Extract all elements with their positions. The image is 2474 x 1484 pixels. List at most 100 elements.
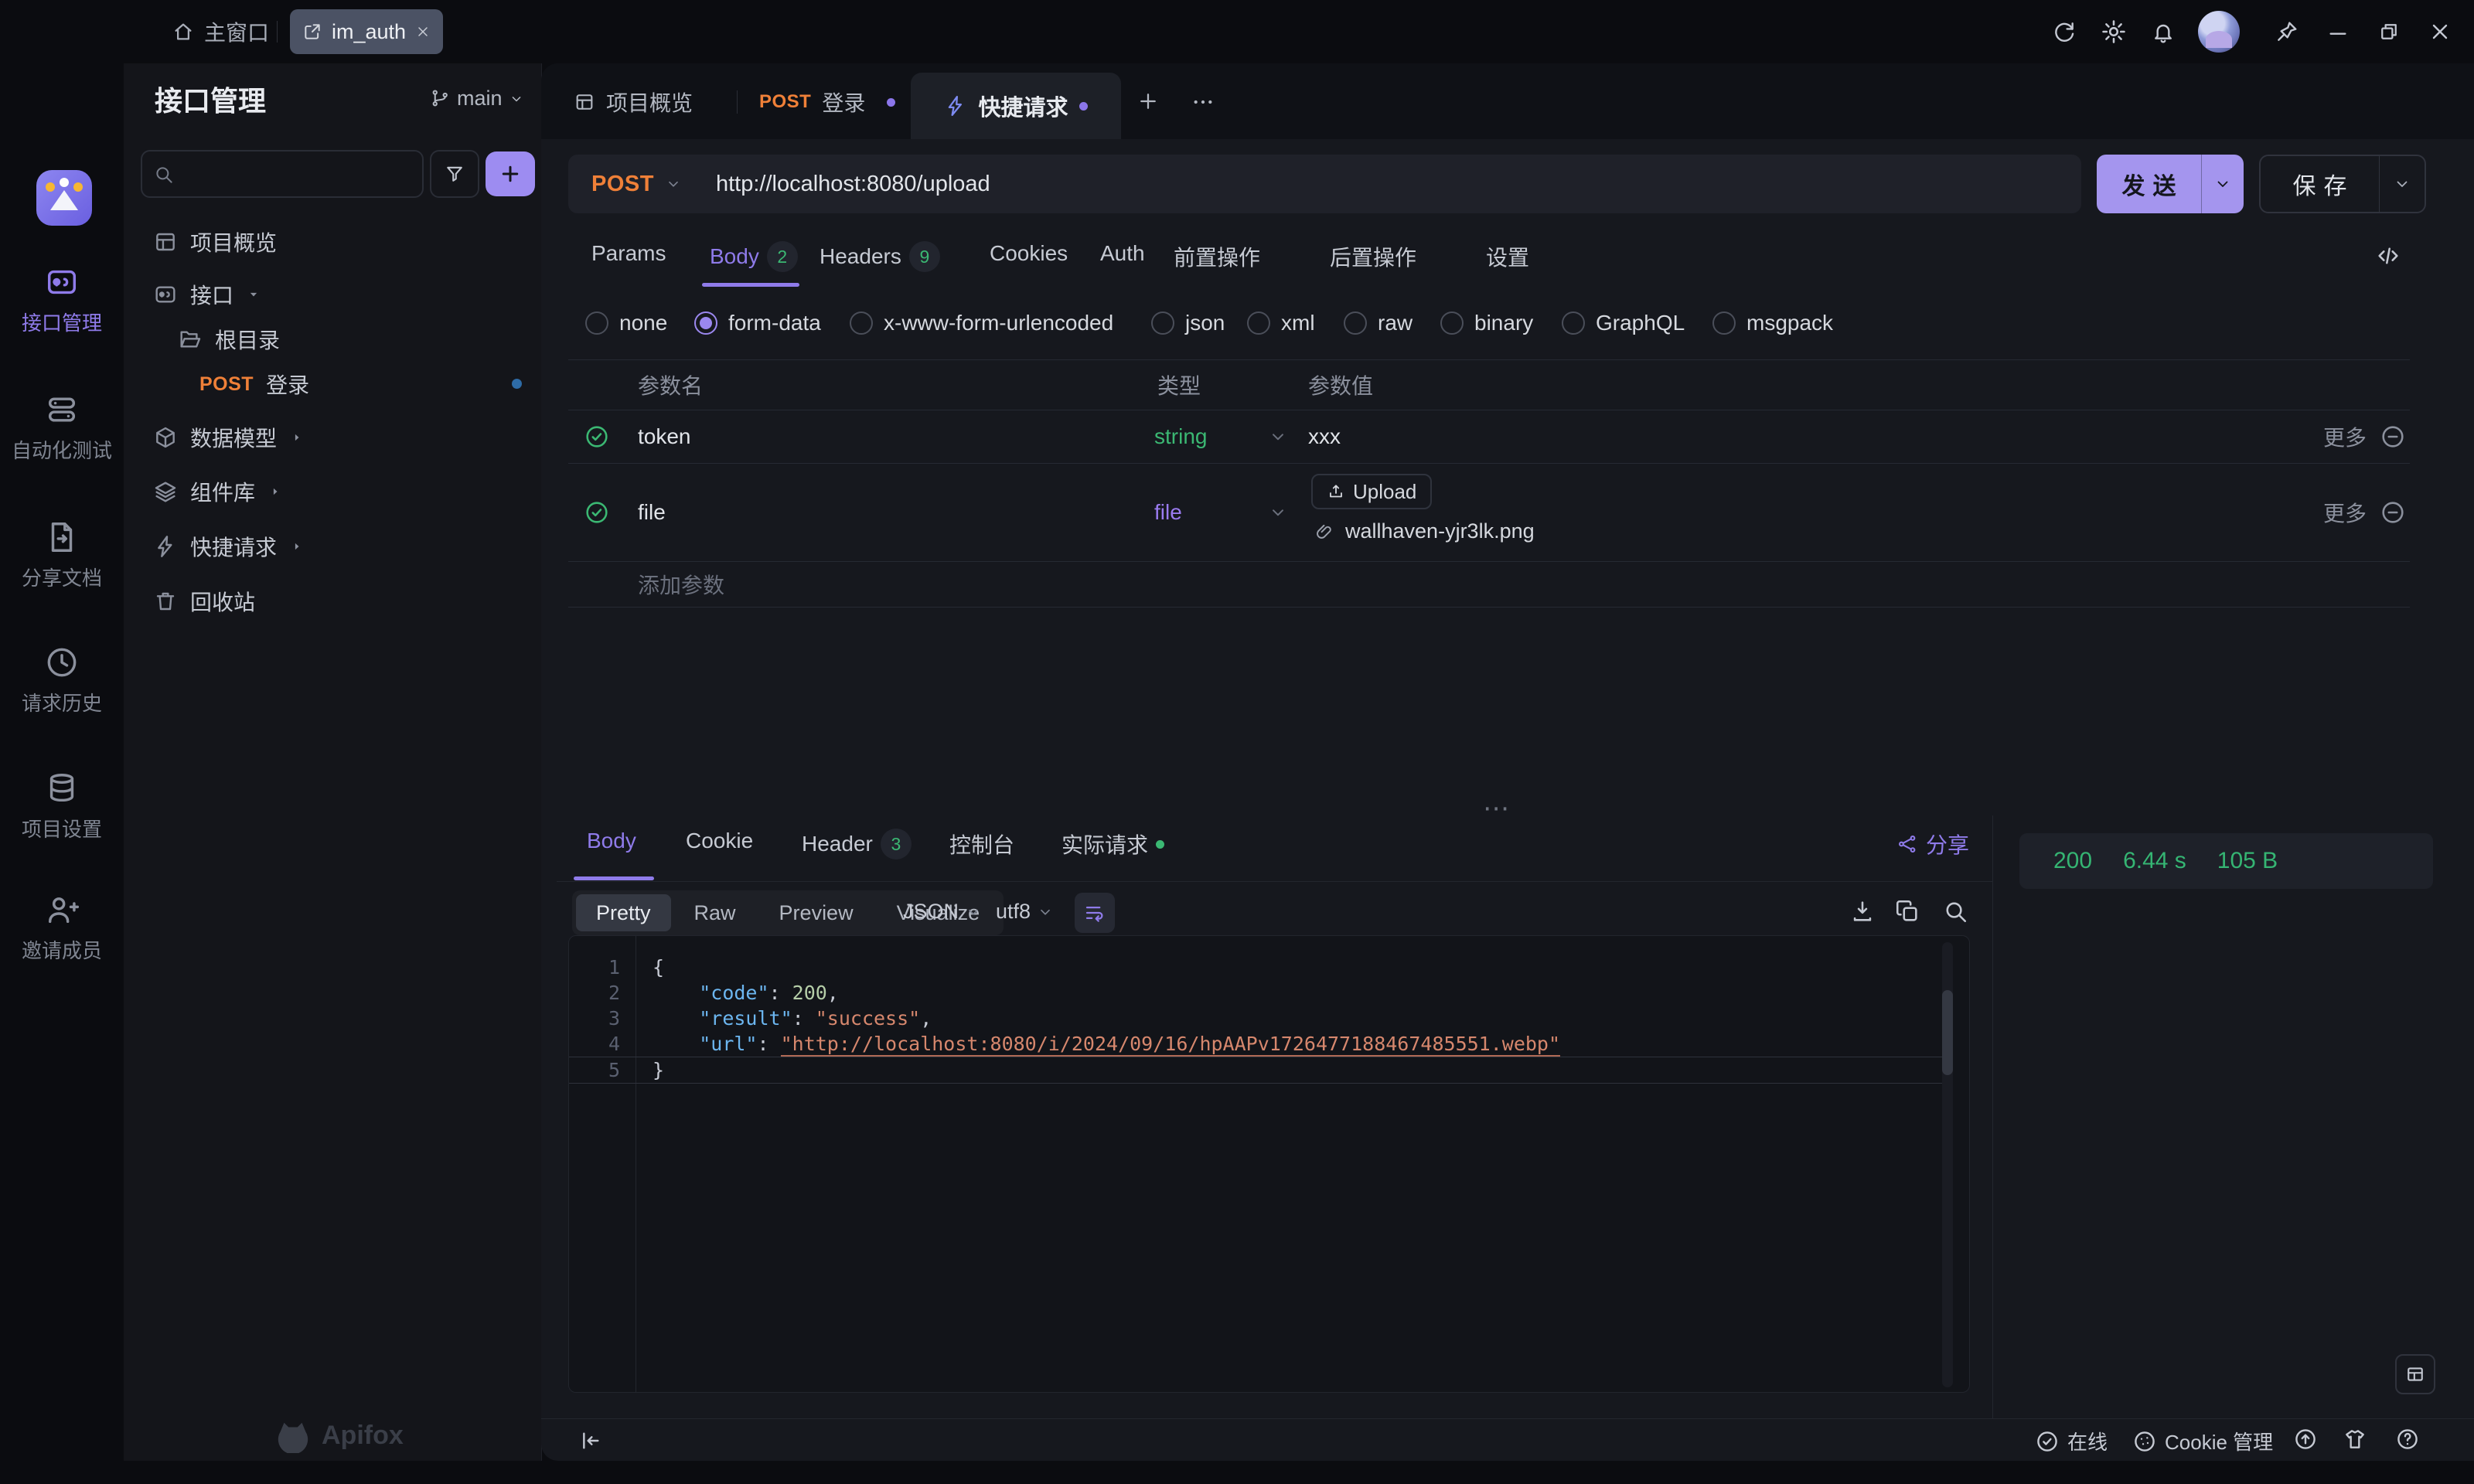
resp-tab-actual-request[interactable]: 实际请求 — [1062, 829, 1165, 859]
req-tab-body[interactable]: Body 2 — [710, 241, 798, 272]
rail-item-share-docs[interactable]: 分享文档 — [0, 519, 124, 591]
tab-more-button[interactable] — [1191, 90, 1215, 114]
close-window-button[interactable] — [2426, 18, 2454, 46]
tree-item-api[interactable]: 接口 — [153, 272, 261, 317]
param-value[interactable]: xxx — [1308, 424, 1341, 449]
tree-item-data-model[interactable]: 数据模型 — [153, 415, 305, 460]
close-tab-icon[interactable] — [415, 24, 431, 39]
rail-item-invite-members[interactable]: 邀请成员 — [0, 892, 124, 964]
bodytype-msgpack[interactable]: msgpack — [1712, 311, 1833, 335]
table-row-file[interactable]: file file Upload wallhaven-yjr3lk.png 更多 — [568, 464, 2410, 562]
download-response-button[interactable] — [1849, 898, 1876, 924]
param-type-select[interactable]: string — [1154, 424, 1207, 449]
more-link[interactable]: 更多 — [2323, 421, 2367, 452]
req-tab-params[interactable]: Params — [591, 241, 666, 266]
method-select[interactable]: POST — [591, 172, 654, 197]
url-bar[interactable]: POST http://localhost:8080/upload — [568, 155, 2081, 213]
table-row-token[interactable]: token string xxx 更多 — [568, 410, 2410, 464]
rail-item-request-history[interactable]: 请求历史 — [0, 645, 124, 716]
bodytype-urlencoded[interactable]: x-www-form-urlencoded — [850, 311, 1113, 335]
bodytype-json[interactable]: json — [1151, 311, 1225, 335]
doc-tab-overview[interactable]: 项目概览 — [574, 87, 693, 117]
upload-button[interactable]: Upload — [1311, 474, 1433, 509]
bodytype-form-data[interactable]: form-data — [694, 311, 821, 335]
home-tab[interactable]: 主窗口 — [172, 0, 269, 63]
doc-tab-quick-request[interactable]: 快捷请求 — [911, 73, 1121, 139]
search-response-button[interactable] — [1942, 898, 1968, 924]
sync-button[interactable] — [2050, 18, 2078, 46]
filter-button[interactable] — [430, 150, 479, 198]
bodytype-xml[interactable]: xml — [1247, 311, 1315, 335]
code-line[interactable]: 2 "code": 200, — [569, 980, 1951, 1006]
req-tab-cookies[interactable]: Cookies — [990, 241, 1068, 266]
rail-item-api-management[interactable]: 接口管理 — [0, 264, 124, 336]
resp-tab-cookie[interactable]: Cookie — [686, 829, 753, 853]
tree-item-login-api[interactable]: POST 登录 — [199, 362, 309, 407]
req-tab-settings[interactable]: 设置 — [1486, 241, 1529, 272]
req-tab-headers[interactable]: Headers 9 — [820, 241, 940, 272]
remove-row-icon[interactable] — [2380, 424, 2406, 450]
word-wrap-toggle[interactable] — [1075, 893, 1115, 933]
share-response-button[interactable]: 分享 — [1896, 829, 1969, 859]
collapse-sidebar-button[interactable] — [578, 1428, 603, 1453]
editor-scrollbar[interactable] — [1942, 942, 1953, 1387]
resp-tab-body[interactable]: Body — [587, 829, 636, 853]
code-line[interactable]: 4 "url": "http://localhost:8080/i/2024/0… — [569, 1031, 1951, 1057]
tree-item-overview[interactable]: 项目概览 — [153, 220, 277, 264]
bodytype-binary[interactable]: binary — [1440, 311, 1533, 335]
format-select[interactable]: JSON — [903, 900, 982, 924]
online-status[interactable]: 在线 — [2035, 1427, 2108, 1455]
restore-button[interactable] — [2375, 18, 2403, 46]
save-options-chevron[interactable] — [2379, 156, 2425, 212]
mode-preview[interactable]: Preview — [759, 894, 874, 931]
bodytype-raw[interactable]: raw — [1344, 311, 1412, 335]
mode-raw[interactable]: Raw — [674, 894, 756, 931]
rail-item-project-settings[interactable]: 项目设置 — [0, 771, 124, 842]
remove-row-icon[interactable] — [2380, 499, 2406, 526]
updates-button[interactable] — [2293, 1427, 2318, 1452]
row-enabled-checkbox[interactable] — [584, 424, 610, 450]
tree-item-trash[interactable]: 回收站 — [153, 579, 255, 624]
req-tab-auth[interactable]: Auth — [1100, 241, 1145, 266]
param-type-select[interactable]: file — [1154, 500, 1182, 525]
tree-item-root-folder[interactable]: 根目录 — [178, 317, 280, 362]
param-name[interactable]: token — [638, 424, 691, 449]
url-input[interactable]: http://localhost:8080/upload — [716, 172, 990, 197]
req-tab-pre-ops[interactable]: 前置操作 — [1174, 241, 1260, 272]
tree-item-components[interactable]: 组件库 — [153, 469, 283, 514]
pin-window-button[interactable] — [2273, 18, 2301, 46]
bodytype-none[interactable]: none — [585, 311, 667, 335]
branch-selector[interactable]: main — [430, 87, 524, 111]
row-enabled-checkbox[interactable] — [584, 499, 610, 526]
rail-item-auto-test[interactable]: 自动化测试 — [0, 392, 124, 464]
response-body-editor[interactable]: 1{2 "code": 200, 3 "result": "success", 4 … — [568, 935, 1970, 1393]
layout-toggle-button[interactable] — [2395, 1354, 2435, 1394]
add-param-row[interactable]: 添加参数 — [568, 562, 2410, 608]
generate-code-button[interactable] — [2375, 243, 2401, 269]
copy-response-button[interactable] — [1894, 898, 1920, 924]
resp-tab-header[interactable]: Header 3 — [802, 829, 912, 859]
add-button[interactable] — [486, 151, 535, 196]
notifications-button[interactable] — [2149, 18, 2177, 46]
doc-tab-login[interactable]: POST 登录 — [759, 87, 896, 117]
save-button[interactable]: 保存 — [2259, 155, 2426, 213]
scrollbar-thumb[interactable] — [1942, 990, 1953, 1075]
new-tab-button[interactable] — [1136, 90, 1160, 113]
search-input[interactable] — [141, 150, 424, 198]
project-avatar[interactable] — [36, 170, 92, 226]
tree-item-quick-request[interactable]: 快捷请求 — [153, 524, 305, 569]
settings-button[interactable] — [2100, 18, 2128, 46]
send-button[interactable]: 发送 — [2097, 155, 2244, 213]
param-name[interactable]: file — [638, 500, 666, 525]
encoding-select[interactable]: utf8 — [996, 900, 1054, 924]
theme-button[interactable] — [2343, 1427, 2367, 1452]
send-options-chevron[interactable] — [2201, 155, 2244, 213]
req-tab-post-ops[interactable]: 后置操作 — [1330, 241, 1416, 272]
code-line[interactable]: 5} — [569, 1057, 1951, 1084]
minimize-button[interactable] — [2324, 18, 2352, 46]
panel-splitter-handle[interactable]: ⋯ — [1483, 793, 1511, 824]
code-line[interactable]: 1{ — [569, 955, 1951, 980]
project-window-tab[interactable]: im_auth — [290, 9, 444, 54]
code-line[interactable]: 3 "result": "success", — [569, 1006, 1951, 1031]
help-button[interactable] — [2395, 1427, 2420, 1452]
